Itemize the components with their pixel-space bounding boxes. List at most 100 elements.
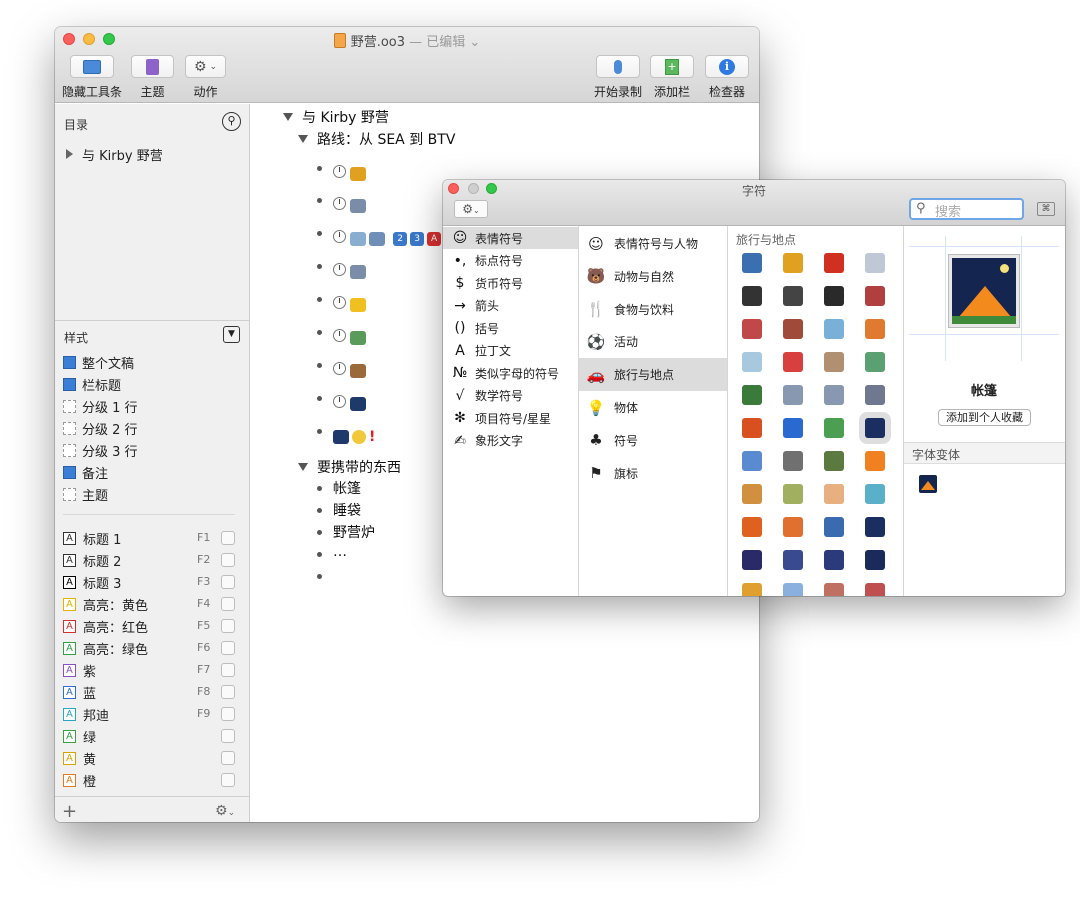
style-checkbox[interactable]: [221, 619, 235, 633]
route-row-8[interactable]: [333, 393, 369, 412]
emoji-cell[interactable]: [783, 418, 803, 438]
emoji-cell[interactable]: [824, 286, 844, 306]
style-checkbox[interactable]: [221, 707, 235, 721]
emoji-cell[interactable]: [824, 550, 844, 570]
subcategory-item[interactable]: 🐻 动物与自然: [579, 260, 727, 293]
emoji-cell[interactable]: [865, 352, 885, 372]
char-gear-button[interactable]: ⚙⌄: [454, 200, 488, 218]
style-checkbox[interactable]: [221, 685, 235, 699]
emoji-cell[interactable]: [742, 385, 762, 405]
emoji-cell[interactable]: [824, 319, 844, 339]
emoji-cell[interactable]: [824, 517, 844, 537]
subcategory-item[interactable]: ⚑ 旗标: [579, 457, 727, 490]
outline-packing-row[interactable]: 要携带的东西: [298, 457, 401, 477]
emoji-cell[interactable]: [865, 517, 885, 537]
category-item[interactable]: √ 数学符号: [443, 385, 578, 407]
add-to-favorites-button[interactable]: 添加到个人收藏: [938, 409, 1031, 426]
search-icon[interactable]: ⚲: [222, 112, 241, 131]
subcategory-item[interactable]: ☺ 表情符号与人物: [579, 227, 727, 260]
packing-item[interactable]: 帐篷: [333, 478, 361, 498]
emoji-cell[interactable]: [865, 253, 885, 273]
emoji-cell[interactable]: [783, 451, 803, 471]
subcategory-item[interactable]: 💡 物体: [579, 391, 727, 424]
emoji-cell[interactable]: [865, 550, 885, 570]
doc-style-row[interactable]: 分级 2 行: [63, 418, 138, 438]
named-style-row[interactable]: A紫: [63, 660, 96, 680]
emoji-cell[interactable]: [783, 583, 803, 596]
disclosure-down-icon[interactable]: [283, 113, 293, 121]
route-row-2[interactable]: [333, 195, 369, 214]
route-row-3[interactable]: 23A: [333, 228, 444, 247]
disclosure-down-icon[interactable]: [298, 463, 308, 471]
emoji-cell[interactable]: [742, 583, 762, 596]
tent-variant-icon[interactable]: [919, 475, 937, 493]
emoji-cell[interactable]: [865, 286, 885, 306]
emoji-cell[interactable]: [783, 253, 803, 273]
route-row-6[interactable]: [333, 327, 369, 346]
style-checkbox[interactable]: [221, 663, 235, 677]
add-column-button[interactable]: +: [650, 55, 694, 78]
route-row-1[interactable]: [333, 163, 369, 182]
named-style-row[interactable]: A橙: [63, 770, 96, 790]
packing-item[interactable]: …: [333, 544, 347, 560]
subcategory-item[interactable]: ♣ 符号: [579, 424, 727, 457]
emoji-cell[interactable]: [783, 319, 803, 339]
emoji-cell[interactable]: [865, 583, 885, 596]
start-recording-button[interactable]: [596, 55, 640, 78]
emoji-cell[interactable]: [783, 484, 803, 504]
emoji-cell[interactable]: [824, 451, 844, 471]
keyboard-viewer-icon[interactable]: ⌘: [1037, 202, 1055, 216]
emoji-cell[interactable]: [742, 286, 762, 306]
emoji-cell[interactable]: [865, 385, 885, 405]
empty-bullet[interactable]: [317, 574, 322, 579]
emoji-cell[interactable]: [783, 385, 803, 405]
emoji-cell[interactable]: [783, 550, 803, 570]
doc-style-row[interactable]: 分级 1 行: [63, 396, 138, 416]
subcategory-item[interactable]: ⚽ 活动: [579, 325, 727, 358]
emoji-cell[interactable]: [824, 352, 844, 372]
emoji-cell[interactable]: [824, 583, 844, 596]
emoji-cell[interactable]: [865, 451, 885, 471]
emoji-cell[interactable]: [865, 319, 885, 339]
disclosure-right-icon[interactable]: [66, 149, 73, 159]
subcategory-item[interactable]: 🚗 旅行与地点: [579, 358, 727, 392]
outline-root-row[interactable]: 与 Kirby 野营: [283, 107, 389, 127]
style-checkbox[interactable]: [221, 751, 235, 765]
category-item[interactable]: ✍ 象形文字: [443, 430, 578, 452]
category-item[interactable]: A 拉丁文: [443, 340, 578, 362]
emoji-cell[interactable]: [742, 517, 762, 537]
named-style-row[interactable]: A 标题 1: [63, 528, 121, 548]
emoji-cell[interactable]: [824, 484, 844, 504]
emoji-cell[interactable]: [742, 418, 762, 438]
hide-toolbar-button[interactable]: [70, 55, 114, 78]
contents-item[interactable]: 与 Kirby 野营: [66, 144, 163, 164]
theme-button[interactable]: [131, 55, 174, 78]
emoji-cell[interactable]: [742, 451, 762, 471]
action-button[interactable]: ⚙ ⌄: [185, 55, 226, 78]
named-style-row[interactable]: A 高亮：黄色: [63, 594, 148, 614]
emoji-cell[interactable]: [865, 484, 885, 504]
route-row-9[interactable]: !: [333, 426, 375, 445]
outline-route-row[interactable]: 路线：从 SEA 到 BTV: [298, 129, 455, 149]
route-row-7[interactable]: [333, 360, 369, 379]
named-style-row[interactable]: A黄: [63, 748, 96, 768]
named-style-row[interactable]: A 标题 2: [63, 550, 121, 570]
emoji-cell[interactable]: [742, 253, 762, 273]
styles-menu-icon[interactable]: ▼: [223, 326, 240, 343]
disclosure-down-icon[interactable]: [298, 135, 308, 143]
emoji-cell[interactable]: [742, 352, 762, 372]
route-row-5[interactable]: [333, 294, 369, 313]
doc-style-row[interactable]: 分级 3 行: [63, 440, 138, 460]
emoji-cell[interactable]: [742, 319, 762, 339]
emoji-cell[interactable]: [783, 517, 803, 537]
add-style-icon[interactable]: +: [62, 801, 77, 822]
subcategory-item[interactable]: 🍴 食物与饮料: [579, 293, 727, 326]
named-style-row[interactable]: A 邦迪: [63, 704, 109, 724]
style-checkbox[interactable]: [221, 597, 235, 611]
route-row-4[interactable]: [333, 261, 369, 280]
emoji-cell[interactable]: [824, 385, 844, 405]
named-style-row[interactable]: A蓝: [63, 682, 96, 702]
named-style-row[interactable]: A绿: [63, 726, 96, 746]
doc-style-row[interactable]: 主题: [63, 484, 108, 504]
inspector-button[interactable]: i: [705, 55, 749, 78]
